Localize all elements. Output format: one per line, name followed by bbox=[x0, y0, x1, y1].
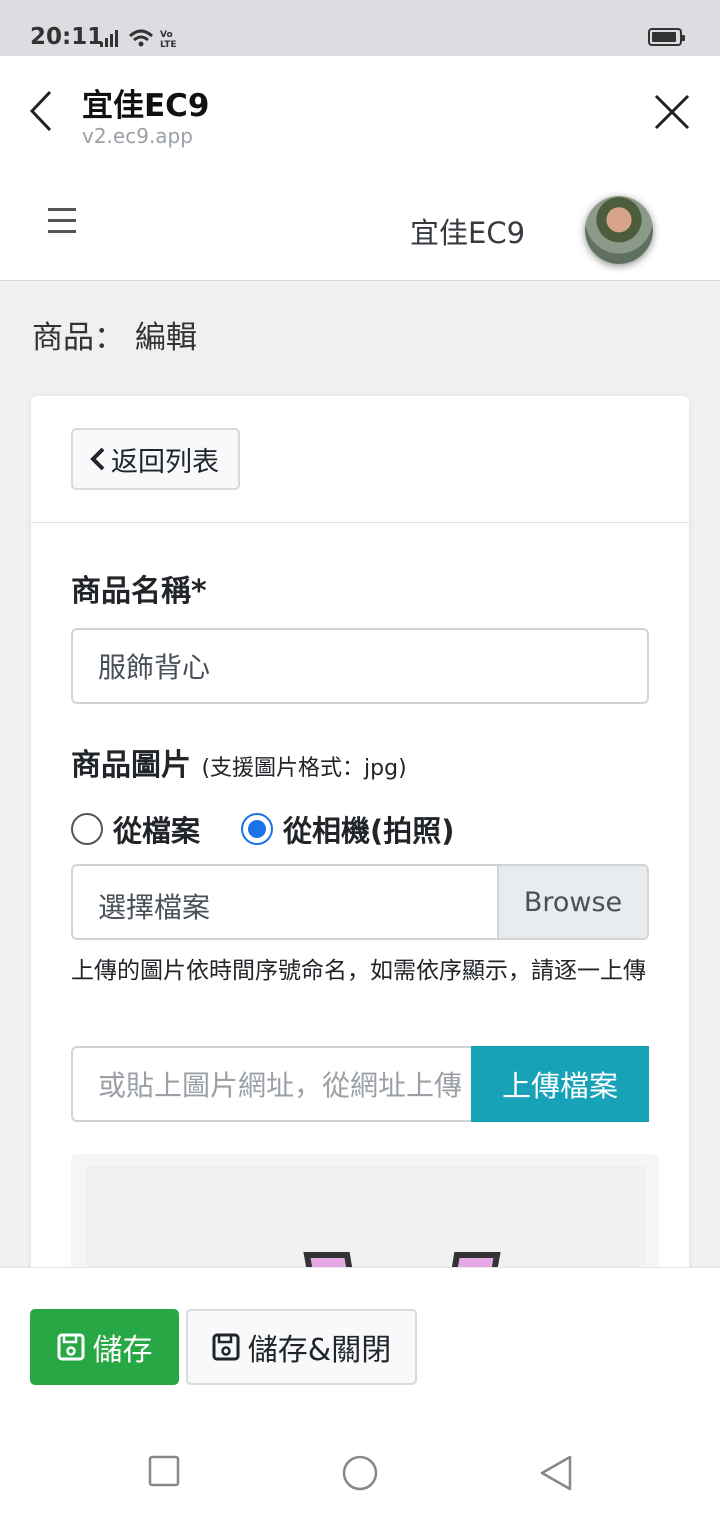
floppy-disk-icon bbox=[212, 1333, 240, 1361]
app-navbar: 宜佳EC9 bbox=[0, 172, 720, 281]
back-to-list-label: 返回列表 bbox=[111, 446, 219, 478]
back-triangle-icon[interactable] bbox=[538, 1455, 574, 1491]
radio-from-camera-label: 從相機(拍照) bbox=[283, 814, 455, 848]
hamburger-menu-icon[interactable] bbox=[48, 208, 78, 234]
user-avatar[interactable] bbox=[585, 196, 653, 264]
status-time: 20:11 bbox=[30, 24, 104, 50]
save-and-close-label: 儲存&關閉 bbox=[247, 1333, 392, 1368]
browser-toolbar: 宜佳EC9 v2.ec9.app bbox=[0, 56, 720, 172]
system-navigation-bar bbox=[0, 1417, 720, 1520]
app-brand[interactable]: 宜佳EC9 bbox=[410, 210, 525, 252]
svg-text:LTE: LTE bbox=[160, 40, 177, 48]
battery-icon bbox=[648, 28, 685, 46]
radio-from-file-label: 從檔案 bbox=[113, 814, 201, 848]
back-arrow-icon[interactable] bbox=[26, 88, 56, 134]
back-to-list-button[interactable]: 返回列表 bbox=[71, 428, 240, 490]
page-title: 商品： 編輯 bbox=[32, 320, 197, 356]
chevron-left-icon bbox=[90, 447, 105, 471]
file-picker[interactable]: 選擇檔案 Browse bbox=[71, 864, 649, 940]
product-name-input[interactable]: 服飾背心 bbox=[71, 628, 649, 704]
product-name-label: 商品名稱* bbox=[71, 574, 207, 609]
floppy-disk-icon bbox=[57, 1333, 84, 1361]
radio-from-camera-circle[interactable] bbox=[241, 813, 273, 845]
browse-button[interactable]: Browse bbox=[497, 866, 647, 938]
save-and-close-button[interactable]: 儲存&關閉 bbox=[186, 1309, 417, 1385]
file-picker-placeholder: 選擇檔案 bbox=[98, 891, 211, 924]
radio-from-file[interactable]: 從檔案 bbox=[71, 808, 200, 850]
image-format-note: (支援圖片格式：jpg) bbox=[201, 756, 407, 781]
signal-wifi-volte-icon: Vo LTE bbox=[100, 29, 177, 48]
save-label: 儲存 bbox=[92, 1333, 153, 1368]
browser-title: 宜佳EC9 bbox=[82, 88, 210, 124]
radio-from-camera[interactable]: 從相機(拍照) bbox=[241, 808, 455, 850]
browser-url: v2.ec9.app bbox=[82, 124, 193, 148]
card-header: 返回列表 bbox=[31, 396, 689, 523]
image-url-group: 或貼上圖片網址，從網址上傳 上傳檔案 bbox=[71, 1046, 649, 1122]
product-image-label: 商品圖片 (支援圖片格式：jpg) bbox=[71, 740, 407, 784]
close-icon[interactable] bbox=[652, 92, 692, 132]
status-bar: 20:11 Vo LTE bbox=[0, 0, 720, 56]
image-url-input[interactable]: 或貼上圖片網址，從網址上傳 bbox=[71, 1046, 473, 1122]
action-bar: 儲存 儲存&關閉 bbox=[0, 1267, 720, 1417]
home-icon[interactable] bbox=[340, 1455, 380, 1491]
upload-hint: 上傳的圖片依時間序號命名，如需依序顯示，請逐一上傳 bbox=[71, 958, 646, 984]
product-edit-card: 返回列表 商品名稱* 服飾背心 商品圖片 (支援圖片格式：jpg) 從檔案 從相… bbox=[31, 396, 689, 1296]
product-image-title: 商品圖片 bbox=[71, 748, 191, 783]
svg-text:Vo: Vo bbox=[160, 30, 173, 40]
save-button[interactable]: 儲存 bbox=[30, 1309, 179, 1385]
recent-apps-icon[interactable] bbox=[148, 1455, 180, 1487]
radio-from-file-circle[interactable] bbox=[71, 813, 103, 845]
upload-file-button[interactable]: 上傳檔案 bbox=[471, 1046, 649, 1122]
